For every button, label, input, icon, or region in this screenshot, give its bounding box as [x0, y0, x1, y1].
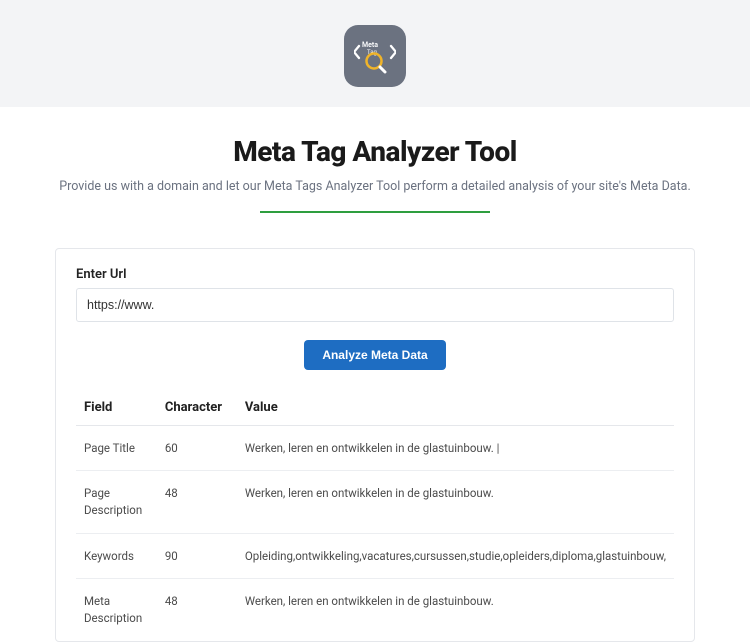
svg-text:Meta: Meta — [362, 41, 378, 49]
cell-field: Page Title — [76, 425, 157, 471]
cell-field: Meta Description — [76, 579, 157, 641]
cell-value: Werken, leren en ontwikkelen in de glast… — [237, 579, 674, 641]
logo-icon: Meta Tag — [354, 35, 396, 77]
col-field: Field — [76, 390, 157, 426]
url-input[interactable] — [76, 288, 674, 322]
col-value: Value — [237, 390, 674, 426]
page-subtitle: Provide us with a domain and let our Met… — [40, 178, 710, 197]
cell-field: Page Description — [76, 471, 157, 533]
table-row: Page Description 48 Werken, leren en ont… — [76, 471, 674, 533]
table-header-row: Field Character Value — [76, 390, 674, 426]
cell-field: Keywords — [76, 533, 157, 579]
cell-character: 60 — [157, 425, 237, 471]
page-title: Meta Tag Analyzer Tool — [40, 135, 710, 168]
cell-character: 90 — [157, 533, 237, 579]
analyze-button[interactable]: Analyze Meta Data — [304, 340, 445, 370]
results-table: Field Character Value Page Title 60 Werk… — [76, 390, 674, 641]
header-section: Meta Tag Analyzer Tool Provide us with a… — [0, 107, 750, 213]
url-label: Enter Url — [76, 267, 674, 282]
cell-character: 48 — [157, 471, 237, 533]
title-underline — [260, 211, 490, 213]
table-row: Keywords 90 Opleiding,ontwikkeling,vacat… — [76, 533, 674, 579]
cell-value: Werken, leren en ontwikkelen in de glast… — [237, 471, 674, 533]
cell-value: Werken, leren en ontwikkelen in de glast… — [237, 425, 674, 471]
table-row: Meta Description 48 Werken, leren en ont… — [76, 579, 674, 641]
hero-section: Meta Tag — [0, 0, 750, 107]
cell-character: 48 — [157, 579, 237, 641]
app-logo: Meta Tag — [344, 25, 406, 87]
cell-value: Opleiding,ontwikkeling,vacatures,cursuss… — [237, 533, 674, 579]
col-character: Character — [157, 390, 237, 426]
analyzer-card: Enter Url Analyze Meta Data Field Charac… — [55, 248, 695, 642]
table-row: Page Title 60 Werken, leren en ontwikkel… — [76, 425, 674, 471]
